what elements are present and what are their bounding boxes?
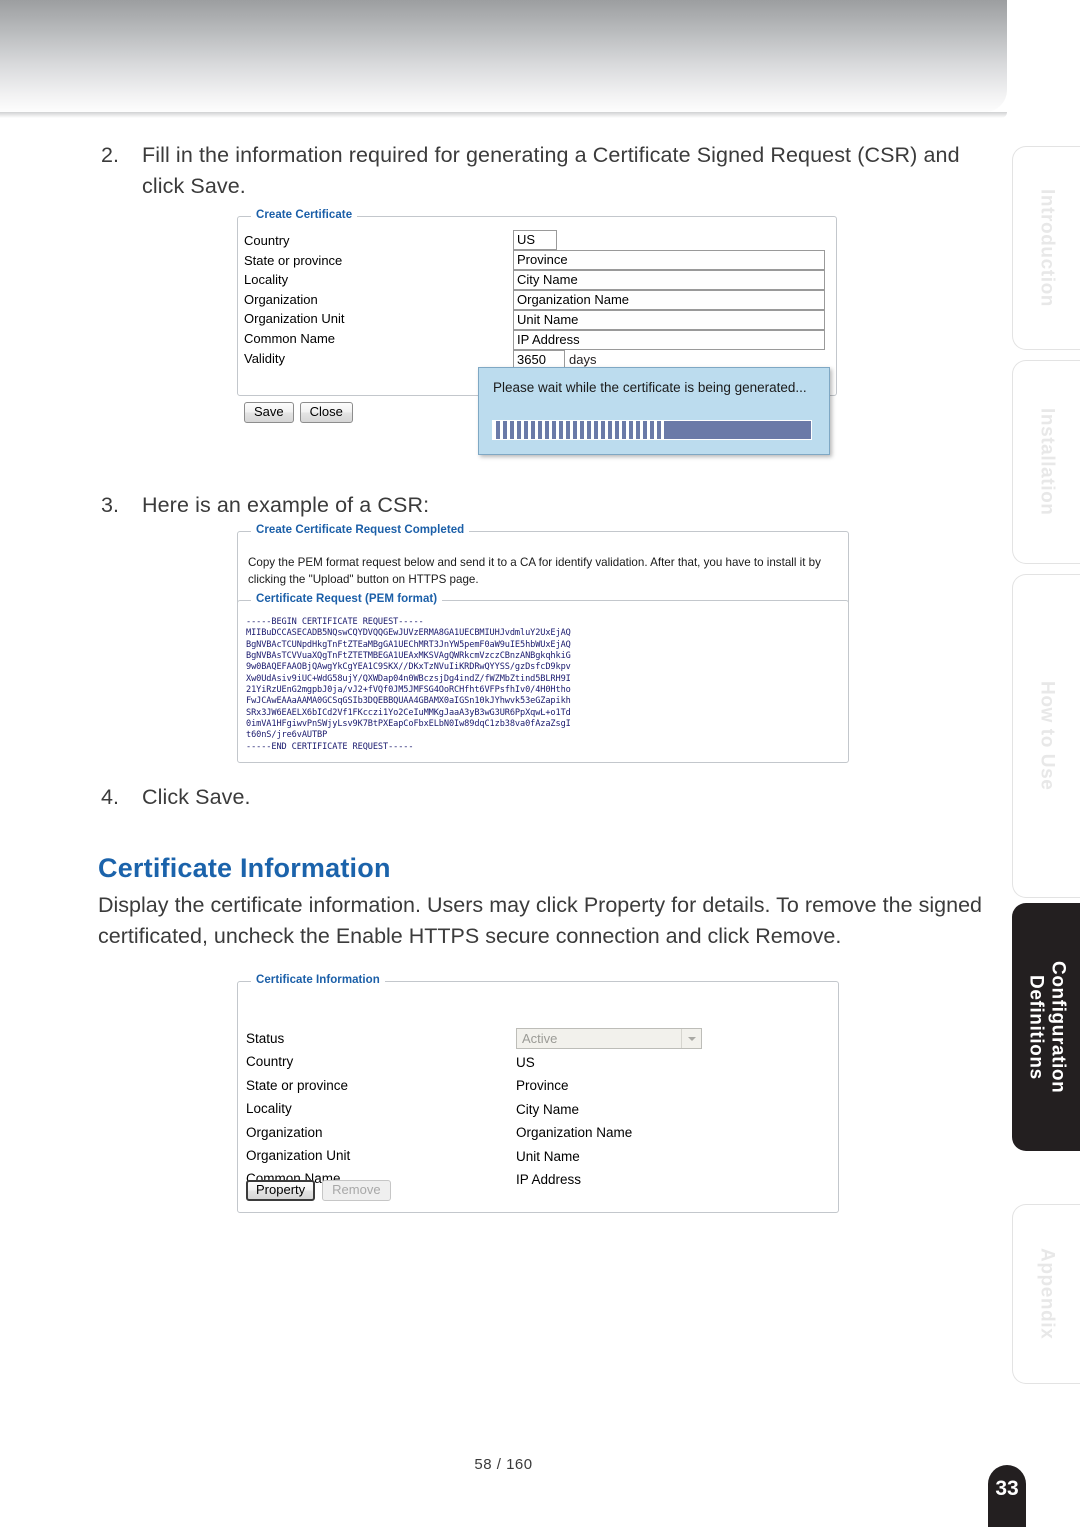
info-label-country: Country — [246, 1054, 294, 1070]
step-2: 2. Fill in the information required for … — [98, 140, 982, 202]
status-select[interactable]: Active — [516, 1028, 702, 1049]
progress-bar-fill — [493, 421, 668, 439]
label-common-name: Common Name — [244, 330, 336, 346]
info-label-state: State or province — [246, 1077, 349, 1093]
manual-page: 2. Fill in the information required for … — [0, 0, 1080, 1527]
step-3-text: Here is an example of a CSR: — [142, 493, 430, 517]
state-input[interactable]: Province — [513, 249, 825, 270]
label-organization: Organization — [244, 291, 318, 307]
create-certificate-buttons: Save Close — [244, 402, 353, 423]
step-3-number: 3. — [101, 493, 120, 517]
page-content: 2. Fill in the information required for … — [0, 0, 1007, 1527]
info-label-organization-unit: Organization Unit — [246, 1147, 351, 1163]
save-button[interactable]: Save — [244, 402, 294, 423]
country-input[interactable]: US — [513, 230, 557, 250]
progress-bar — [492, 420, 812, 440]
page-number-footer: 58 / 160 — [474, 1456, 533, 1473]
step-4-text: Click Save. — [142, 785, 251, 809]
section-body-text: Display the certificate information. Use… — [98, 893, 982, 948]
certificate-information-values: Active US Province City Name Organizatio… — [516, 1027, 816, 1191]
step-3: 3. Here is an example of a CSR: — [98, 490, 982, 521]
tab-label-configuration-definitions: Configuration Definitions — [1025, 960, 1069, 1094]
info-label-organization: Organization — [246, 1124, 323, 1140]
info-value-country: US — [516, 1055, 535, 1070]
locality-input[interactable]: City Name — [513, 269, 825, 290]
info-value-state: Province — [516, 1078, 569, 1094]
step-4-number: 4. — [101, 785, 120, 809]
info-value-organization: Organization Name — [516, 1125, 633, 1141]
status-select-value: Active — [522, 1031, 558, 1046]
pem-panel: Certificate Request (PEM format) -----BE… — [237, 593, 849, 763]
sidebar-item-configuration-definitions[interactable]: Configuration Definitions — [1012, 903, 1080, 1151]
create-certificate-labels: Country State or province Locality Organ… — [244, 231, 504, 368]
certificate-information-labels: Status Country State or province Localit… — [246, 1027, 516, 1191]
property-button[interactable]: Property — [246, 1180, 316, 1201]
organization-unit-input[interactable]: Unit Name — [513, 309, 825, 330]
tab-label-appendix: Appendix — [1036, 1248, 1058, 1340]
page-title: Certificate Information — [98, 853, 391, 883]
remove-button: Remove — [322, 1180, 391, 1201]
info-label-status: Status — [246, 1031, 285, 1046]
certificate-information-panel: Certificate Information Status Country S… — [237, 974, 839, 1213]
page-number-badge: 33 — [988, 1465, 1026, 1527]
label-locality: Locality — [244, 272, 289, 288]
pem-legend: Certificate Request (PEM format) — [251, 593, 443, 605]
step-4: 4. Click Save. — [98, 782, 982, 813]
organization-input[interactable]: Organization Name — [513, 289, 825, 310]
common-name-input[interactable]: IP Address — [513, 329, 825, 350]
certificate-generating-dialog: Please wait while the certificate is bei… — [478, 367, 830, 455]
sidebar-item-appendix[interactable]: Appendix — [1012, 1204, 1080, 1384]
label-validity: Validity — [244, 350, 285, 366]
step-2-number: 2. — [101, 143, 120, 167]
create-certificate-legend: Create Certificate — [251, 209, 358, 221]
csr-completed-legend: Create Certificate Request Completed — [251, 524, 470, 536]
csr-note: Copy the PEM format request below and se… — [248, 556, 821, 586]
create-certificate-fields: US Province City Name Organization Name … — [513, 230, 825, 370]
tab-label-installation: Installation — [1036, 408, 1058, 516]
info-label-locality: Locality — [246, 1101, 292, 1117]
certificate-information-legend: Certificate Information — [251, 974, 385, 986]
chevron-down-icon — [681, 1029, 701, 1048]
sidebar-item-introduction[interactable]: Introduction — [1012, 146, 1080, 350]
info-value-common-name: IP Address — [516, 1171, 582, 1187]
certificate-information-screenshot: Certificate Information Status Country S… — [237, 974, 839, 1213]
validity-suffix: days — [569, 352, 597, 368]
tab-label-introduction: Introduction — [1036, 188, 1058, 307]
info-value-organization-unit: Unit Name — [516, 1148, 580, 1164]
tab-label-how-to-use: How to Use — [1036, 681, 1058, 791]
label-state: State or province — [244, 252, 343, 268]
wait-message: Please wait while the certificate is bei… — [493, 380, 807, 395]
close-button[interactable]: Close — [299, 402, 353, 423]
pem-text[interactable]: -----BEGIN CERTIFICATE REQUEST----- MIIB… — [246, 617, 571, 753]
certificate-information-buttons: Property Remove — [246, 1180, 391, 1201]
label-country: Country — [244, 233, 290, 248]
label-organization-unit: Organization Unit — [244, 311, 345, 327]
chapter-tab-rail: Introduction Installation How to Use Con… — [1000, 0, 1080, 1527]
step-2-text: Fill in the information required for gen… — [142, 143, 960, 198]
sidebar-item-installation[interactable]: Installation — [1012, 360, 1080, 564]
info-value-locality: City Name — [516, 1101, 580, 1117]
csr-screenshot: Create Certificate Request Completed Cop… — [237, 524, 849, 763]
sidebar-item-how-to-use[interactable]: How to Use — [1012, 574, 1080, 898]
